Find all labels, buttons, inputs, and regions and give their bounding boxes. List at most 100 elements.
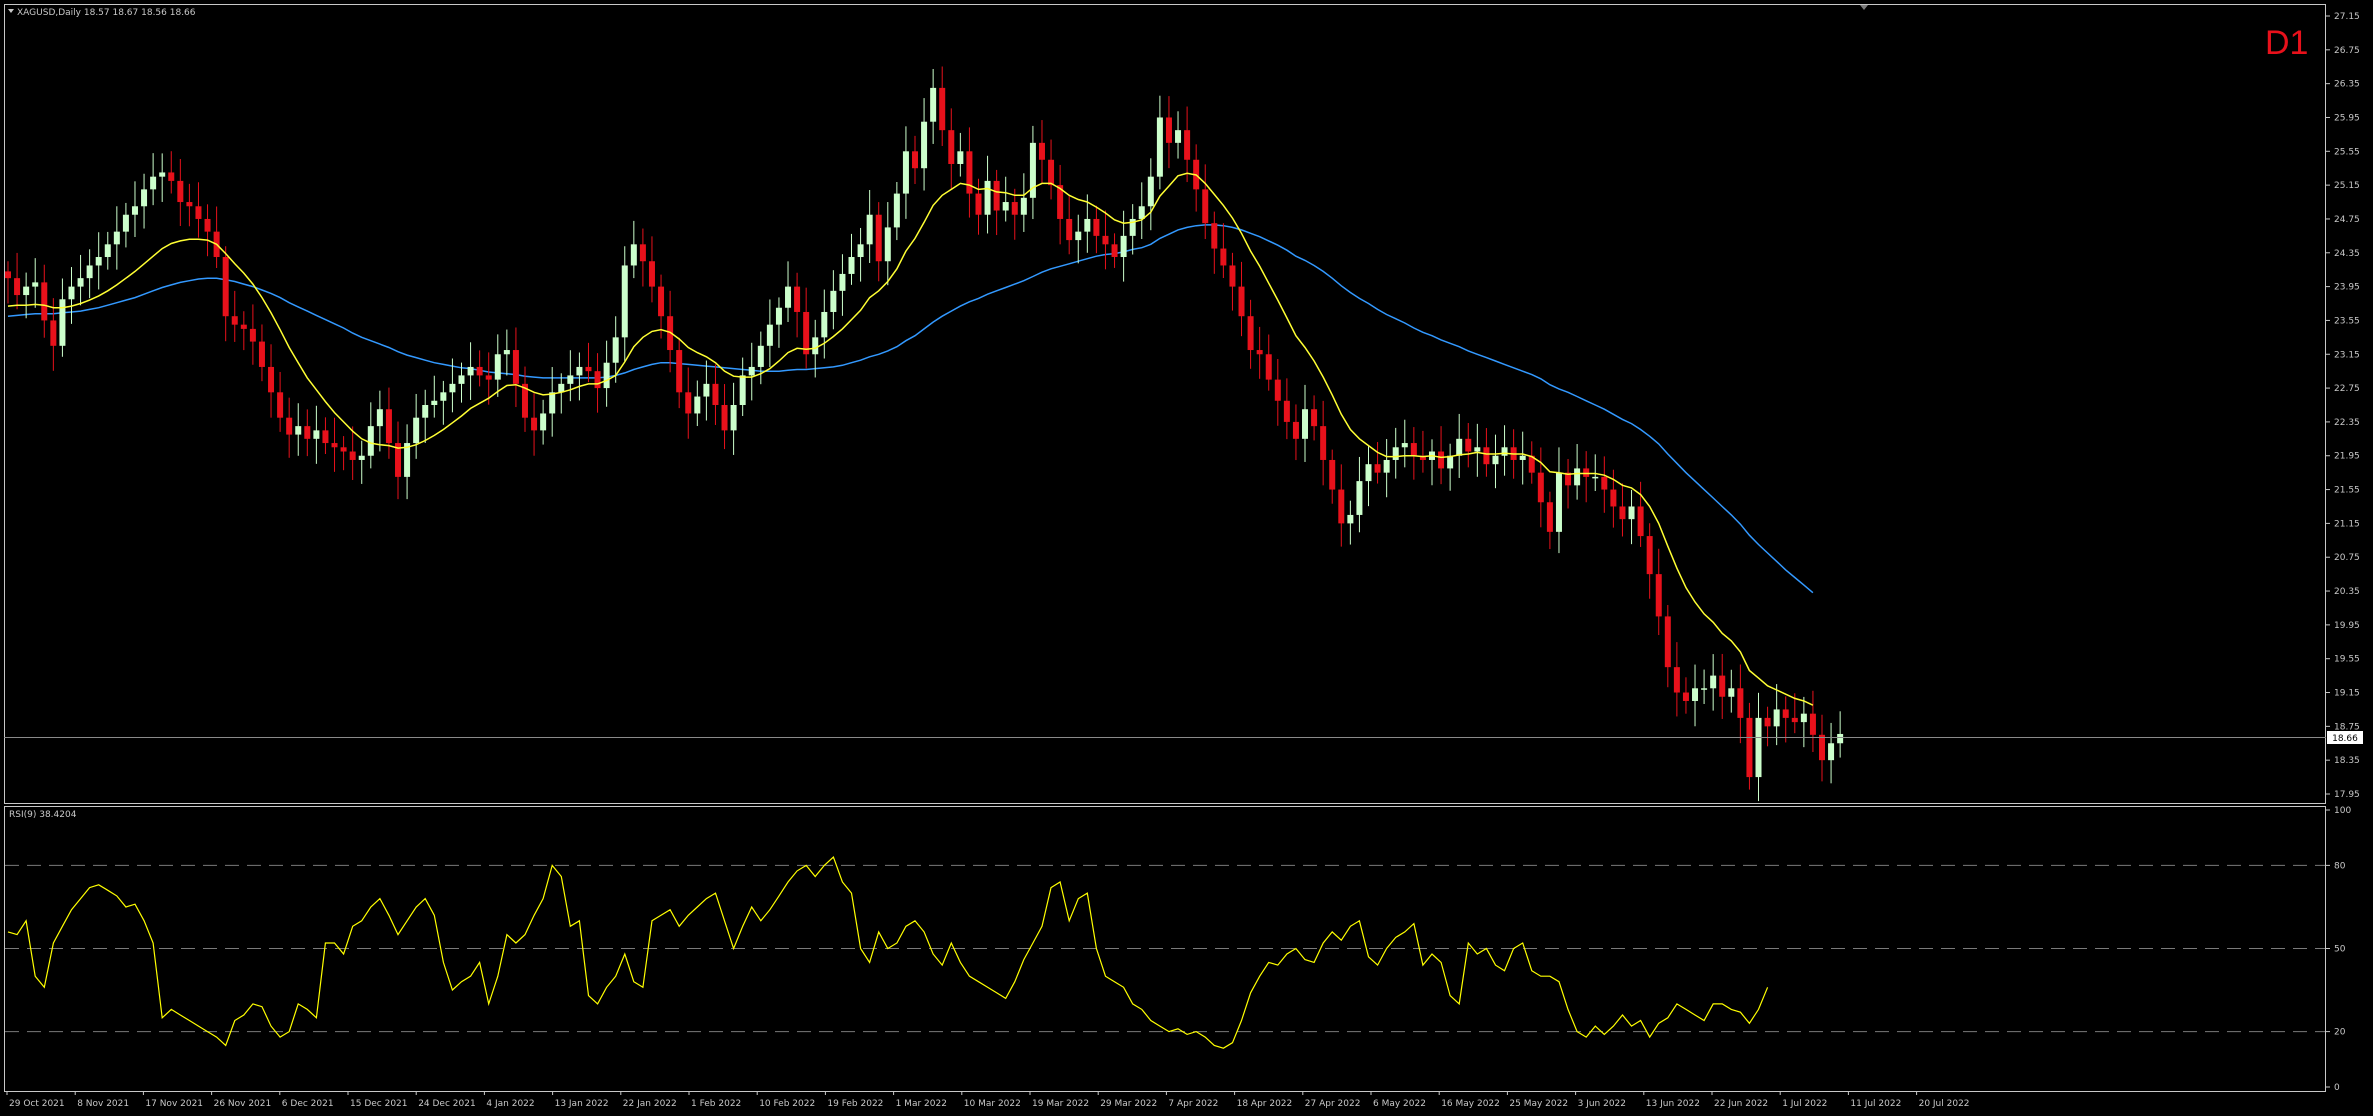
candle-body bbox=[1728, 688, 1735, 697]
candle-body bbox=[594, 371, 601, 389]
time-tick-label: 13 Jan 2022 bbox=[555, 1099, 609, 1109]
time-tick-label: 27 Apr 2022 bbox=[1305, 1099, 1361, 1109]
candle-body bbox=[1292, 421, 1299, 439]
candle-body bbox=[1438, 451, 1445, 469]
price-tick-label: 18.35 bbox=[2334, 756, 2360, 766]
candle-body bbox=[1673, 667, 1680, 693]
candle-body bbox=[957, 151, 964, 164]
candle-body bbox=[848, 257, 855, 274]
candle-body bbox=[440, 392, 447, 401]
candle-body bbox=[1320, 426, 1327, 460]
candle-body bbox=[240, 324, 247, 329]
candle-body bbox=[304, 426, 311, 439]
candle-body bbox=[730, 405, 737, 431]
candle-body bbox=[1011, 202, 1018, 215]
candle-body bbox=[1184, 130, 1191, 160]
candle-body bbox=[1147, 176, 1154, 207]
time-tick-label: 7 Apr 2022 bbox=[1168, 1099, 1218, 1109]
candle-body bbox=[1682, 692, 1689, 701]
candle-body bbox=[685, 392, 692, 414]
candle-body bbox=[540, 413, 547, 431]
price-tick-label: 23.95 bbox=[2334, 283, 2360, 293]
candle-body bbox=[1583, 468, 1590, 477]
candle-body bbox=[1601, 476, 1608, 490]
candle-body bbox=[1800, 713, 1807, 723]
candle-body bbox=[1755, 717, 1762, 778]
candle-body bbox=[658, 286, 665, 317]
candle-body bbox=[322, 430, 329, 444]
time-tick-label: 25 May 2022 bbox=[1509, 1099, 1568, 1109]
price-tick-label: 25.95 bbox=[2334, 113, 2360, 123]
candle-body bbox=[1283, 400, 1290, 422]
time-tick-label: 3 Jun 2022 bbox=[1578, 1099, 1626, 1109]
time-tick-label: 1 Feb 2022 bbox=[691, 1099, 741, 1109]
candle-body bbox=[739, 375, 746, 405]
price-tick-label: 19.55 bbox=[2334, 655, 2360, 665]
rsi-header: RSI(9) 38.4204 bbox=[9, 810, 77, 820]
candle-body bbox=[794, 286, 801, 312]
candle-body bbox=[1492, 455, 1499, 465]
time-tick-label: 1 Jul 2022 bbox=[1782, 1099, 1827, 1109]
candle-body bbox=[694, 396, 701, 414]
candle-body bbox=[1537, 472, 1544, 503]
candle-body bbox=[531, 417, 538, 431]
candle-body bbox=[621, 265, 628, 338]
price-tick-label: 26.35 bbox=[2334, 80, 2360, 90]
time-tick-label: 19 Feb 2022 bbox=[827, 1099, 883, 1109]
candle-body bbox=[23, 286, 30, 296]
time-tick-label: 13 Jun 2022 bbox=[1646, 1099, 1700, 1109]
candle-body bbox=[803, 311, 810, 355]
time-tick-label: 24 Dec 2021 bbox=[418, 1099, 476, 1109]
candle-body bbox=[467, 366, 474, 376]
price-tick-label: 23.15 bbox=[2334, 350, 2360, 360]
candle-body bbox=[494, 354, 501, 380]
rsi-tick-label: 100 bbox=[2334, 806, 2351, 816]
candle-body bbox=[1156, 117, 1163, 177]
candle-body bbox=[1592, 476, 1599, 479]
candle-body bbox=[939, 87, 946, 131]
candle-body bbox=[1456, 438, 1463, 456]
candle-body bbox=[966, 151, 973, 194]
candle-body bbox=[930, 87, 937, 122]
candle-body bbox=[104, 244, 111, 258]
candle-body bbox=[150, 176, 157, 190]
candle-body bbox=[1764, 717, 1771, 727]
candle-body bbox=[1347, 514, 1354, 524]
candle-body bbox=[1710, 675, 1717, 689]
candle-body bbox=[1229, 265, 1236, 287]
candle-body bbox=[1302, 409, 1309, 439]
candle-body bbox=[59, 299, 66, 346]
price-tick-label: 23.55 bbox=[2334, 316, 2360, 326]
candle-body bbox=[948, 130, 955, 164]
candle-body bbox=[1746, 717, 1753, 778]
timeframe-badge: D1 bbox=[2265, 24, 2308, 62]
time-tick-label: 4 Jan 2022 bbox=[486, 1099, 534, 1109]
trading-chart[interactable]: 27.15 26.75 26.35 25.95 25.55 25.15 24.75 24.35… bbox=[0, 0, 2373, 1116]
candle-body bbox=[712, 383, 719, 405]
candle-body bbox=[77, 278, 84, 287]
rsi-tick-label: 20 bbox=[2334, 1028, 2346, 1038]
candle-body bbox=[295, 426, 302, 435]
candle-body bbox=[748, 366, 755, 376]
candle-body bbox=[639, 244, 646, 262]
candle-body bbox=[1646, 536, 1653, 575]
candle-body bbox=[385, 409, 392, 444]
candle-body bbox=[775, 307, 782, 325]
candle-body bbox=[1048, 159, 1055, 186]
candle-body bbox=[1447, 455, 1454, 469]
time-tick-label: 15 Dec 2021 bbox=[350, 1099, 408, 1109]
candle-body bbox=[1238, 286, 1245, 317]
candle-body bbox=[313, 430, 320, 439]
candle-body bbox=[1628, 506, 1635, 520]
candle-body bbox=[1374, 464, 1381, 473]
candle-body bbox=[576, 366, 583, 376]
candle-body bbox=[585, 366, 592, 372]
candle-body bbox=[1782, 709, 1789, 718]
candle-body bbox=[1701, 688, 1708, 690]
candle-body bbox=[367, 426, 374, 456]
price-tick-label: 22.75 bbox=[2334, 384, 2360, 394]
candle-body bbox=[249, 328, 256, 342]
candle-body bbox=[422, 405, 429, 418]
candle-body bbox=[1773, 709, 1780, 727]
candle-body bbox=[1737, 688, 1744, 718]
